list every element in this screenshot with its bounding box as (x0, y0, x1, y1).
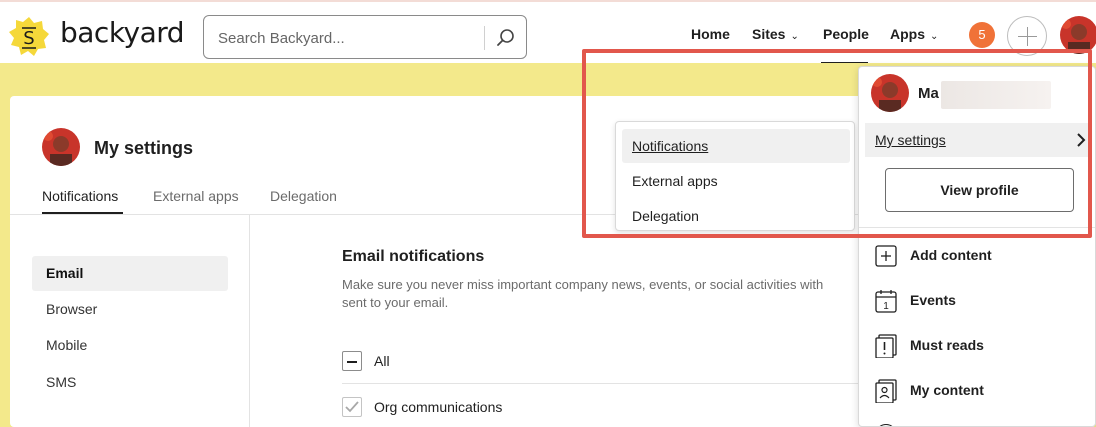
checkbox-indeterminate[interactable] (342, 351, 362, 371)
menu-item-add-content[interactable]: Add content (875, 244, 1085, 268)
person-doc-icon (875, 379, 897, 403)
submenu-item-delegation[interactable]: Delegation (622, 199, 850, 233)
menu-item-events[interactable]: 1 Events (875, 289, 1085, 313)
nav-apps-label: Apps (890, 26, 925, 42)
sidebar-item-sms[interactable]: SMS (32, 365, 228, 400)
chevron-down-icon: ⌄ (790, 31, 799, 42)
search-divider (484, 26, 485, 50)
section-description-line: Make sure you never miss important compa… (342, 277, 824, 292)
menu-item-must-reads[interactable]: Must reads (875, 334, 1085, 358)
menu-item-label: Events (910, 292, 956, 308)
sidebar-item-email[interactable]: Email (32, 256, 228, 291)
profile-avatar (871, 74, 909, 112)
chevron-right-icon (1077, 133, 1086, 147)
sidebar-divider (249, 215, 250, 427)
sidebar-item-mobile[interactable]: Mobile (32, 328, 228, 363)
my-settings-item[interactable]: My settings (865, 123, 1091, 157)
nav-sites-label: Sites (752, 26, 786, 42)
nav-apps[interactable]: Apps ⌄ (890, 26, 938, 42)
section-description-line: sent to your email. (342, 295, 449, 310)
row-divider (342, 383, 862, 384)
chevron-down-icon: ⌄ (930, 31, 939, 42)
menu-item-label: My content (910, 382, 984, 398)
search-box[interactable] (203, 15, 527, 59)
nav-sites[interactable]: Sites ⌄ (752, 26, 799, 42)
checkmark-icon (345, 401, 359, 413)
submenu-item-notifications[interactable]: Notifications (622, 129, 850, 163)
settings-submenu: Notifications External apps Delegation (615, 121, 855, 231)
brand-name[interactable]: backyard (60, 16, 185, 49)
checkbox-checked[interactable] (342, 397, 362, 417)
settings-avatar (42, 128, 80, 166)
search-icon[interactable] (495, 27, 517, 49)
option-label: All (374, 353, 390, 369)
notifications-badge[interactable]: 5 (969, 22, 995, 48)
calendar-icon: 1 (875, 290, 897, 313)
menu-item-label: Must reads (910, 337, 984, 353)
sidebar-item-browser[interactable]: Browser (32, 292, 228, 327)
option-label: Org communications (374, 399, 503, 415)
my-settings-label: My settings (875, 132, 946, 148)
tab-external-apps[interactable]: External apps (153, 188, 239, 204)
top-bar: S backyard Home Sites ⌄ People Apps ⌄ 5 (0, 0, 1096, 65)
backyard-logo-icon[interactable]: S (8, 16, 50, 58)
menu-item-my-content[interactable]: My content (875, 379, 1085, 403)
view-profile-button[interactable]: View profile (885, 168, 1074, 212)
profile-name: Ma (918, 85, 939, 102)
page-title: My settings (94, 138, 194, 158)
exclamation-doc-icon (875, 334, 897, 358)
svg-text:1: 1 (883, 301, 889, 312)
section-title: Email notifications (342, 248, 485, 265)
redacted-name (941, 81, 1051, 109)
create-button[interactable] (1007, 16, 1047, 56)
submenu-item-external-apps[interactable]: External apps (622, 164, 850, 198)
tab-notifications[interactable]: Notifications (42, 188, 118, 204)
plus-square-icon (875, 245, 897, 267)
search-input[interactable] (218, 27, 468, 49)
profile-dropdown: Ma My settings View profile Add content … (858, 66, 1096, 427)
nav-people-label: People (823, 26, 869, 42)
nav-people[interactable]: People (823, 26, 869, 42)
svg-text:S: S (23, 28, 34, 49)
menu-item-label: Add content (910, 247, 992, 263)
tab-delegation[interactable]: Delegation (270, 188, 337, 204)
nav-home-label: Home (691, 26, 730, 42)
menu-divider (859, 227, 1095, 228)
section-description: Make sure you never miss important compa… (342, 276, 862, 312)
nav-home[interactable]: Home (691, 26, 730, 42)
user-avatar[interactable] (1060, 16, 1096, 54)
